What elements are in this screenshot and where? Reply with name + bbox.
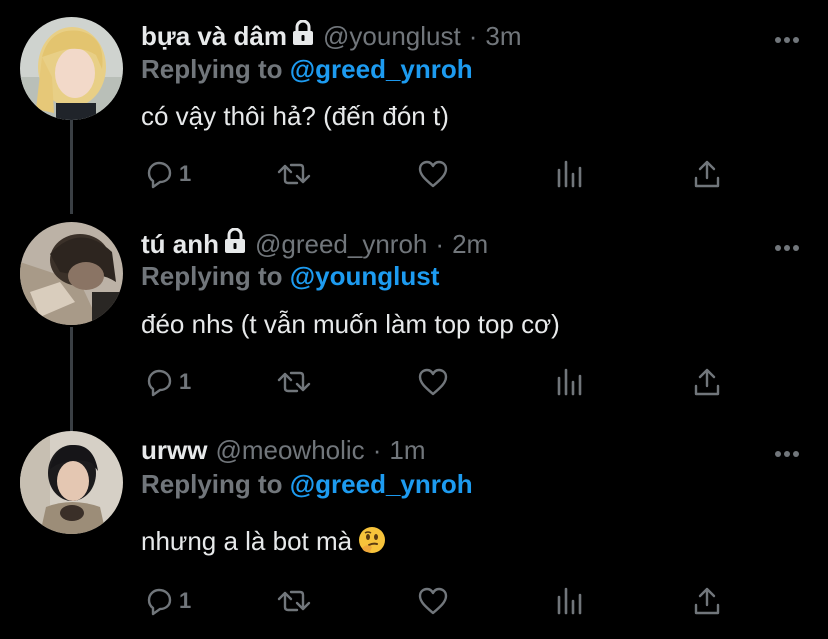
retweet-button[interactable]	[276, 365, 312, 399]
replying-to: Replying to @greed_ynroh	[141, 54, 473, 85]
tweet[interactable]: bựa và dâm @younglust · 3m Replying to @…	[0, 0, 828, 200]
reply-icon	[147, 588, 172, 616]
thinking-face-emoji	[358, 526, 386, 561]
tweet-text-container: nhưng a là bot mà	[141, 526, 386, 561]
action-bar: 1	[141, 584, 741, 618]
retweet-button[interactable]	[276, 157, 312, 191]
action-bar: 1	[141, 365, 741, 399]
replying-to: Replying to @younglust	[141, 261, 439, 292]
user-handle[interactable]: @meowholic	[215, 435, 364, 466]
mention-link[interactable]: @younglust	[290, 261, 440, 291]
lock-icon	[223, 227, 247, 261]
reply-count: 1	[179, 588, 192, 613]
avatar-dark-hair-person	[20, 222, 123, 325]
avatar-blonde-person	[20, 17, 123, 120]
replying-label: Replying to	[141, 261, 283, 291]
analytics-icon	[557, 160, 582, 188]
avatar[interactable]	[20, 17, 123, 120]
more-options-icon[interactable]	[774, 445, 800, 457]
share-button[interactable]	[691, 157, 723, 191]
like-button[interactable]	[416, 157, 450, 191]
separator-dot: ·	[435, 228, 445, 259]
thread-line	[70, 327, 73, 427]
analytics-button[interactable]	[555, 157, 585, 191]
separator-dot: ·	[468, 20, 478, 51]
timestamp[interactable]: 2m	[452, 229, 488, 260]
tweet-text: đéo nhs (t vẫn muốn làm top top cơ)	[141, 309, 560, 339]
like-button[interactable]	[416, 584, 450, 618]
action-bar: 1	[141, 157, 741, 191]
display-name[interactable]: urww	[141, 435, 207, 466]
analytics-button[interactable]	[555, 584, 585, 618]
reply-count: 1	[179, 369, 192, 394]
display-name[interactable]: tú anh	[141, 229, 219, 260]
more-options-icon[interactable]	[774, 31, 800, 43]
thread-line	[70, 120, 73, 200]
tweet-text: có vậy thôi hả? (đến đón t)	[141, 101, 449, 131]
user-handle[interactable]: @younglust	[323, 21, 461, 52]
like-icon	[418, 587, 448, 615]
tweet-header: urww @meowholic · 1m	[141, 435, 425, 465]
like-icon	[418, 160, 448, 188]
retweet-icon	[277, 163, 311, 185]
replying-label: Replying to	[141, 54, 283, 84]
share-button[interactable]	[691, 584, 723, 618]
avatar[interactable]	[20, 222, 123, 325]
retweet-icon	[277, 590, 311, 612]
mention-link[interactable]: @greed_ynroh	[290, 54, 473, 84]
reply-button[interactable]: 1	[143, 157, 191, 191]
reply-button[interactable]: 1	[143, 584, 191, 618]
share-icon	[694, 368, 720, 396]
lock-icon	[291, 19, 315, 53]
tweet-text: nhưng a là bot mà	[141, 526, 353, 556]
avatar[interactable]	[20, 431, 123, 534]
share-icon	[694, 587, 720, 615]
replying-label: Replying to	[141, 469, 283, 499]
more-options-icon[interactable]	[774, 239, 800, 251]
tweet-header: bựa và dâm @younglust · 3m	[141, 19, 522, 53]
retweet-button[interactable]	[276, 584, 312, 618]
timestamp[interactable]: 1m	[389, 435, 425, 466]
like-button[interactable]	[416, 365, 450, 399]
tweet-header: tú anh @greed_ynroh · 2m	[141, 227, 488, 261]
tweet[interactable]: urww @meowholic · 1m Replying to @greed_…	[0, 414, 828, 639]
thread-line	[70, 200, 73, 214]
mention-link[interactable]: @greed_ynroh	[290, 469, 473, 499]
reply-count: 1	[179, 161, 192, 186]
analytics-icon	[557, 587, 582, 615]
avatar-black-hair-person	[20, 431, 123, 534]
user-handle[interactable]: @greed_ynroh	[255, 229, 427, 260]
retweet-icon	[277, 371, 311, 393]
replying-to: Replying to @greed_ynroh	[141, 469, 473, 500]
share-icon	[694, 160, 720, 188]
tweet[interactable]: tú anh @greed_ynroh · 2m Replying to @yo…	[0, 200, 828, 427]
analytics-button[interactable]	[555, 365, 585, 399]
analytics-icon	[557, 368, 582, 396]
timestamp[interactable]: 3m	[485, 21, 521, 52]
reply-icon	[147, 369, 172, 397]
display-name[interactable]: bựa và dâm	[141, 21, 287, 52]
reply-button[interactable]: 1	[143, 365, 191, 399]
reply-icon	[147, 161, 172, 189]
share-button[interactable]	[691, 365, 723, 399]
like-icon	[418, 368, 448, 396]
separator-dot: ·	[372, 434, 382, 465]
